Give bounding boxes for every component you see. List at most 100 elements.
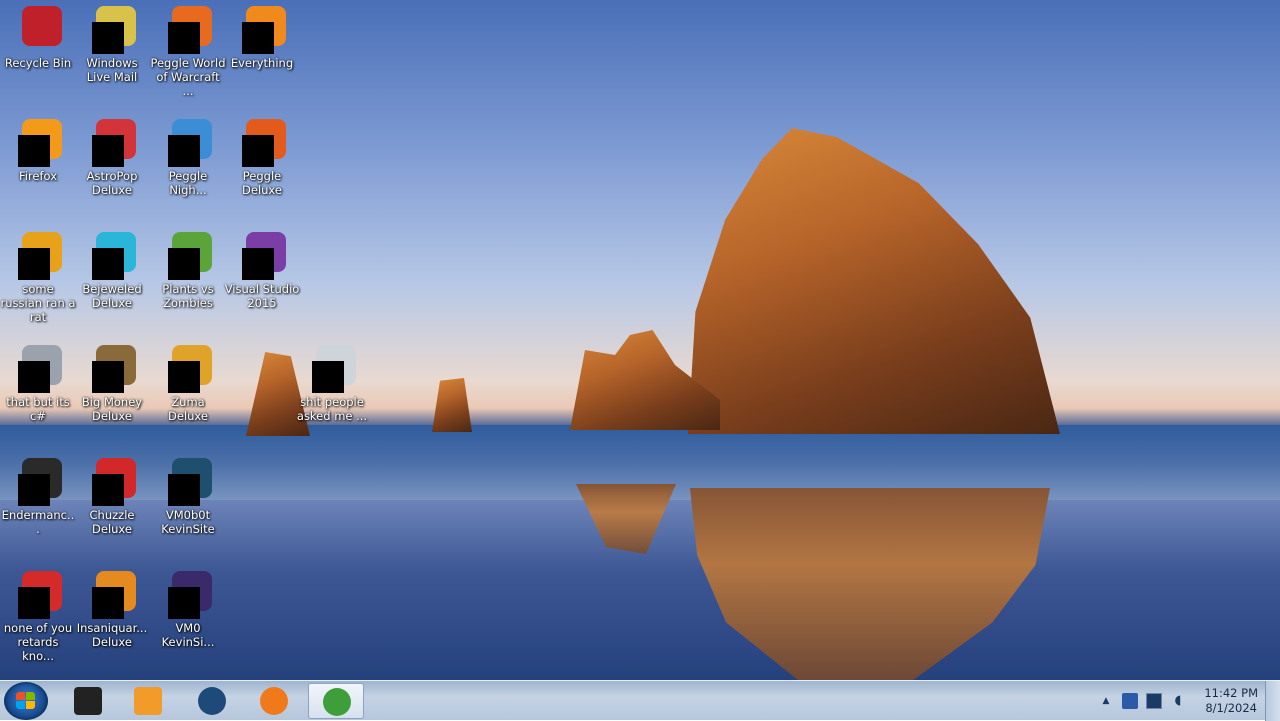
taskbar: ▲ ◖ 11:42 PM 8/1/2024 [0, 680, 1280, 721]
desktop: Recycle Bin Windows Live Mail Peggle World… [0, 0, 1280, 680]
peggle-icon [164, 6, 212, 54]
file-icon [308, 345, 356, 393]
insaniquarium-icon [88, 571, 136, 619]
desktop-icon-label: Windows Live Mail [86, 56, 138, 84]
start-button[interactable] [4, 682, 48, 720]
mail-icon [88, 6, 136, 54]
astropop-icon [88, 119, 136, 167]
taskbar-button[interactable] [60, 683, 116, 719]
desktop-icon-label: Firefox [18, 169, 58, 183]
desktop-icon[interactable]: Plants vs Zombies [150, 226, 226, 310]
media-player-icon [134, 687, 162, 715]
redaction-block [18, 474, 50, 506]
desktop-icon-label: Everything [230, 56, 294, 70]
clock-date: 8/1/2024 [1205, 701, 1257, 715]
redaction-block [168, 361, 200, 393]
terminal-icon [74, 687, 102, 715]
redaction-block [18, 135, 50, 167]
vm-icon [164, 458, 212, 506]
desktop-icon[interactable]: Firefox [0, 113, 76, 183]
redaction-block [242, 22, 274, 54]
redaction-block [168, 248, 200, 280]
desktop-icon-label: Chuzzle Deluxe [89, 508, 135, 536]
redaction-block [242, 248, 274, 280]
desktop-icon[interactable]: AstroPop Deluxe [74, 113, 150, 197]
taskbar-button[interactable] [120, 683, 176, 719]
desktop-icon[interactable]: shit people asked me ... [294, 339, 370, 423]
desktop-icon-label: Peggle World of Warcraft ... [150, 56, 226, 98]
desktop-icon-label: Zuma Deluxe [168, 395, 208, 423]
taskbar-button[interactable] [308, 683, 364, 719]
desktop-icon[interactable]: Bejeweled Deluxe [74, 226, 150, 310]
system-clock[interactable]: 11:42 PM 8/1/2024 [1204, 686, 1258, 716]
desktop-icon[interactable]: VM0b0t KevinSite [150, 452, 226, 536]
clock-time: 11:42 PM [1204, 686, 1258, 700]
desktop-icon[interactable]: Recycle Bin [0, 0, 76, 70]
redaction-block [168, 135, 200, 167]
network-icon[interactable] [1146, 693, 1162, 709]
desktop-icon-label: Peggle Deluxe [242, 169, 282, 197]
zuma-icon [164, 345, 212, 393]
redaction-block [312, 361, 344, 393]
desktop-icon[interactable]: Windows Live Mail [74, 0, 150, 84]
chrome-icon [323, 688, 351, 716]
app-icon [14, 571, 62, 619]
recycle-bin-icon [14, 6, 62, 54]
desktop-icon[interactable]: Visual Studio 2015 [224, 226, 300, 310]
desktop-icon-label: VM0 KevinSi... [161, 621, 215, 649]
desktop-icon[interactable]: VM0 KevinSi... [150, 565, 226, 649]
terminal-icon [14, 458, 62, 506]
desktop-icon-label: AstroPop Deluxe [86, 169, 138, 197]
desktop-icon[interactable]: Peggle Deluxe [224, 113, 300, 197]
desktop-icon[interactable]: Zuma Deluxe [150, 339, 226, 423]
pvz-icon [164, 232, 212, 280]
desktop-icon[interactable]: Insaniquar... Deluxe [74, 565, 150, 649]
firefox-icon [260, 687, 288, 715]
desktop-icon-label: some russian ran a rat [0, 282, 76, 324]
shortcut-icon [14, 345, 62, 393]
desktop-icon[interactable]: none of you retards kno... [0, 565, 76, 663]
redaction-block [92, 135, 124, 167]
desktop-icon[interactable]: Big Money Deluxe [74, 339, 150, 423]
taskbar-button[interactable] [184, 683, 240, 719]
desktop-icon[interactable]: Peggle Nigh... [150, 113, 226, 197]
desktop-icon-label: Insaniquar... Deluxe [76, 621, 148, 649]
redaction-block [92, 22, 124, 54]
redaction-block [92, 474, 124, 506]
desktop-icon-label: shit people asked me ... [296, 395, 368, 423]
redaction-block [92, 248, 124, 280]
volume-icon[interactable]: ◖ [1170, 693, 1186, 709]
show-desktop-button[interactable] [1265, 681, 1280, 721]
desktop-icon-label: Bejeweled Deluxe [82, 282, 142, 310]
search-icon [238, 6, 286, 54]
bejeweled-icon [88, 232, 136, 280]
desktop-icon-label: Endermanc... [1, 508, 75, 536]
desktop-icon-label: Plants vs Zombies [162, 282, 214, 310]
desktop-icon[interactable]: Chuzzle Deluxe [74, 452, 150, 536]
desktop-icon[interactable]: Peggle World of Warcraft ... [150, 0, 226, 98]
desktop-icon-label: VM0b0t KevinSite [161, 508, 215, 536]
redaction-block [18, 361, 50, 393]
vm-icon [164, 571, 212, 619]
security-icon[interactable] [1122, 693, 1138, 709]
desktop-icon[interactable]: that but its c# [0, 339, 76, 423]
desktop-icon-label: none of you retards kno... [3, 621, 73, 663]
visual-studio-icon [238, 232, 286, 280]
peggle-icon [238, 119, 286, 167]
desktop-icon-label: Visual Studio 2015 [224, 282, 300, 310]
wallpaper-haystack-rock [688, 128, 1060, 434]
peggle-nights-icon [164, 119, 212, 167]
chuzzle-icon [88, 458, 136, 506]
redaction-block [92, 361, 124, 393]
show-hidden-icons-button[interactable]: ▲ [1098, 693, 1114, 709]
desktop-icon[interactable]: Endermanc... [0, 452, 76, 536]
desktop-icon-label: that but its c# [6, 395, 70, 423]
redaction-block [168, 587, 200, 619]
desktop-icon[interactable]: Everything [224, 0, 300, 70]
money-bag-icon [88, 345, 136, 393]
redaction-block [92, 587, 124, 619]
firefox-icon [14, 119, 62, 167]
desktop-icon[interactable]: some russian ran a rat [0, 226, 76, 324]
desktop-icon-label: Big Money Deluxe [81, 395, 143, 423]
taskbar-button[interactable] [246, 683, 302, 719]
